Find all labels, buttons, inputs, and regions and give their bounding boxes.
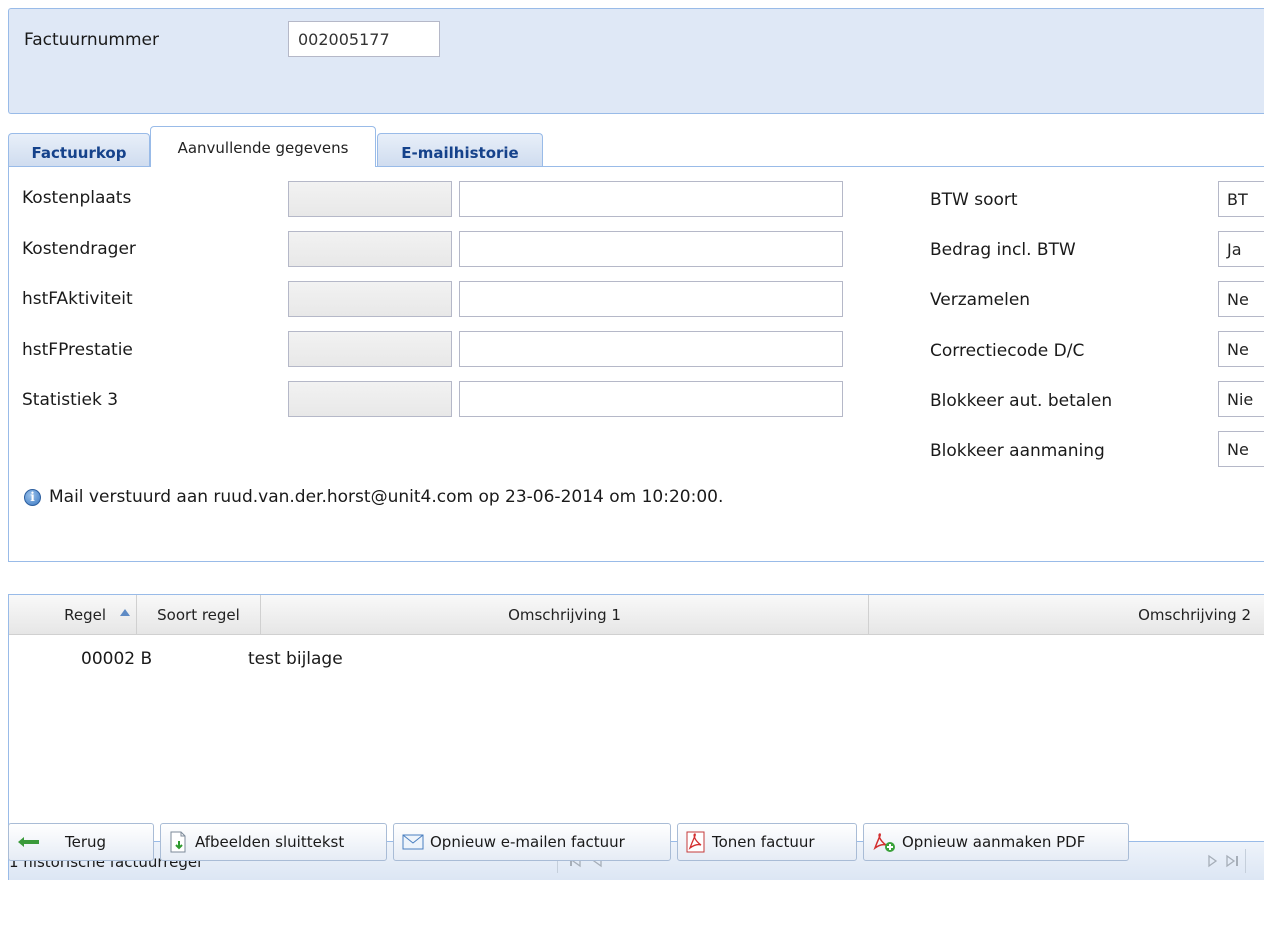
recreate-pdf-button[interactable]: Opnieuw aanmaken PDF: [863, 823, 1129, 861]
tab-e-mailhistorie[interactable]: E-mailhistorie: [377, 133, 543, 167]
resend-email-button[interactable]: Opnieuw e-mailen factuur: [393, 823, 671, 861]
invoice-number-field[interactable]: 002005177: [288, 21, 440, 57]
blokkeer-aanmaning-select[interactable]: Ne: [1218, 431, 1264, 467]
show-closing-text-label: Afbeelden sluittekst: [195, 833, 345, 851]
envelope-icon: [402, 834, 424, 850]
verzamelen-select[interactable]: Ne: [1218, 281, 1264, 317]
btw-soort-select[interactable]: BT: [1218, 181, 1264, 217]
kostendrager-label: Kostendrager: [22, 239, 136, 259]
bedrag-incl-btw-select[interactable]: Ja: [1218, 231, 1264, 267]
kostendrager-description-field[interactable]: [459, 231, 843, 267]
invoice-number-label: Factuurnummer: [24, 30, 160, 50]
invoice-header-panel: [8, 8, 1264, 114]
recreate-pdf-label: Opnieuw aanmaken PDF: [902, 833, 1086, 851]
info-icon: i: [24, 488, 41, 506]
hstfaktiviteit-label: hstFAktiviteit: [22, 289, 133, 309]
back-button[interactable]: Terug: [8, 823, 154, 861]
mail-info-message: i Mail verstuurd aan ruud.van.der.horst@…: [24, 487, 723, 507]
resend-email-label: Opnieuw e-mailen factuur: [430, 833, 625, 851]
correctiecode-select[interactable]: Ne: [1218, 331, 1264, 367]
statistiek3-description-field[interactable]: [459, 381, 843, 417]
document-arrow-icon: [169, 831, 189, 853]
pdf-add-icon: [872, 831, 896, 853]
blokkeer-aanmaning-label: Blokkeer aanmaning: [930, 441, 1105, 461]
mail-info-text: Mail verstuurd aan ruud.van.der.horst@un…: [49, 487, 724, 507]
column-header-omschrijving-2[interactable]: Omschrijving 2: [869, 595, 1264, 635]
sort-ascending-icon: [120, 609, 130, 616]
column-header-soort-regel[interactable]: Soort regel: [137, 595, 261, 635]
column-header-regel-label: Regel: [64, 606, 106, 624]
blokkeer-aut-betalen-select[interactable]: Nie: [1218, 381, 1264, 417]
kostenplaats-code-field[interactable]: [288, 181, 452, 217]
pdf-icon: [686, 831, 706, 853]
show-invoice-button[interactable]: Tonen factuur: [677, 823, 857, 861]
blokkeer-aut-betalen-label: Blokkeer aut. betalen: [930, 391, 1113, 411]
bedrag-incl-btw-label: Bedrag incl. BTW: [930, 240, 1076, 260]
arrow-left-icon: [17, 836, 41, 848]
last-page-icon[interactable]: [1225, 854, 1239, 872]
back-button-label: Terug: [65, 833, 107, 851]
kostendrager-code-field[interactable]: [288, 231, 452, 267]
cell-omschrijving-1: test bijlage: [248, 649, 343, 669]
show-closing-text-button[interactable]: Afbeelden sluittekst: [160, 823, 387, 861]
tab-factuurkop[interactable]: Factuurkop: [8, 133, 150, 167]
kostenplaats-label: Kostenplaats: [22, 188, 132, 208]
kostenplaats-description-field[interactable]: [459, 181, 843, 217]
column-header-omschrijving-1[interactable]: Omschrijving 1: [261, 595, 869, 635]
show-invoice-label: Tonen factuur: [712, 833, 815, 851]
next-page-icon[interactable]: [1207, 854, 1219, 872]
column-header-regel[interactable]: Regel: [9, 595, 137, 635]
tab-aanvullende-gegevens[interactable]: Aanvullende gegevens: [150, 126, 376, 167]
statistiek3-code-field[interactable]: [288, 381, 452, 417]
hstfprestatie-code-field[interactable]: [288, 331, 452, 367]
verzamelen-label: Verzamelen: [930, 290, 1031, 310]
correctiecode-label: Correctiecode D/C: [930, 341, 1085, 361]
hstfprestatie-label: hstFPrestatie: [22, 340, 133, 360]
pager-separator: [1245, 849, 1246, 873]
statistiek3-label: Statistiek 3: [22, 390, 119, 410]
hstfaktiviteit-description-field[interactable]: [459, 281, 843, 317]
hstfprestatie-description-field[interactable]: [459, 331, 843, 367]
grid-header: Regel Soort regel Omschrijving 1 Omschri…: [9, 595, 1264, 635]
hstfaktiviteit-code-field[interactable]: [288, 281, 452, 317]
cell-regel: 00002 B: [81, 649, 153, 669]
btw-soort-label: BTW soort: [930, 190, 1018, 210]
